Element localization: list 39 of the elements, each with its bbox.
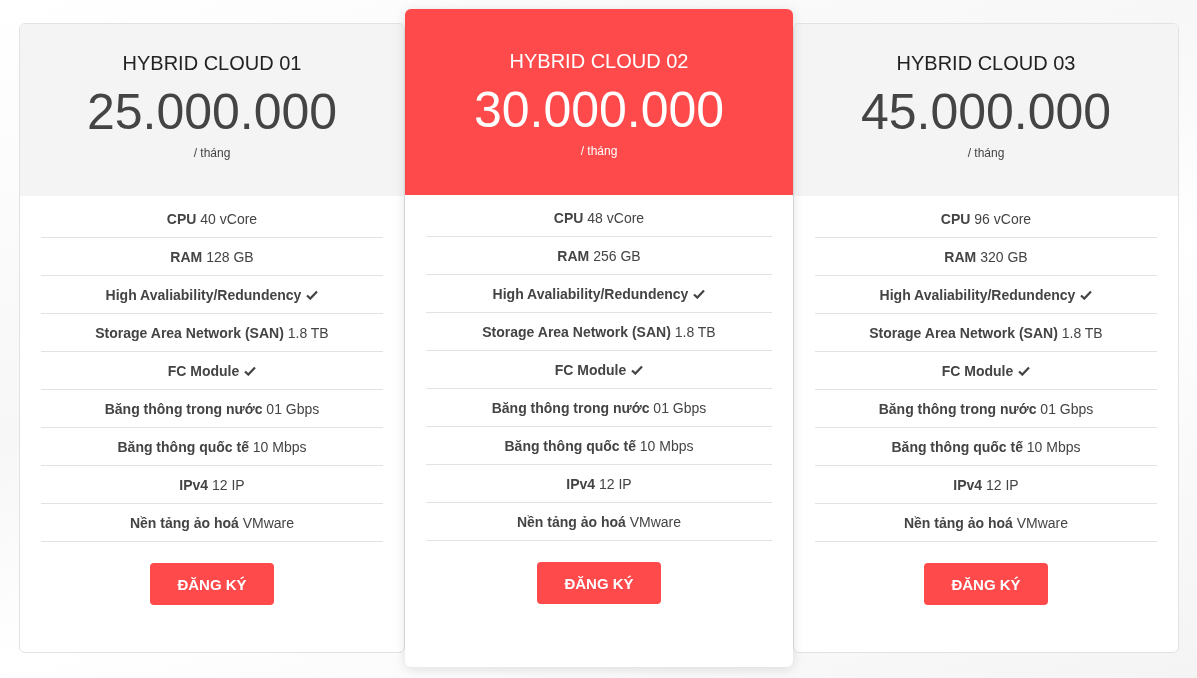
feature-text: Băng thông trong nước 01 Gbps — [878, 400, 1094, 417]
feature-text: CPU 48 vCore — [553, 209, 645, 226]
feature-text: FC Module — [167, 362, 240, 379]
feature-text: Băng thông quốc tế 10 Mbps — [891, 438, 1081, 455]
price-period: / tháng — [579, 143, 619, 159]
plan-price: 45.000.000 — [859, 83, 1113, 142]
price-period: / tháng — [192, 145, 232, 161]
feature-text: RAM 256 GB — [557, 247, 641, 264]
feature-text: IPv4 12 IP — [953, 476, 1019, 493]
plan-title: HYBRID CLOUD 03 — [895, 51, 1077, 75]
register-button[interactable]: ĐĂNG KÝ — [537, 562, 661, 604]
price-period: / tháng — [966, 145, 1006, 161]
feature-text: Băng thông quốc tế 10 Mbps — [504, 437, 694, 454]
feature-text: High Avaliability/Redundency — [879, 286, 1076, 303]
feature-text: CPU 96 vCore — [940, 210, 1032, 227]
feature-text: FC Module — [554, 361, 627, 378]
feature-text: High Avaliability/Redundency — [105, 286, 302, 303]
register-button[interactable]: ĐĂNG KÝ — [924, 563, 1048, 605]
plan-price: 25.000.000 — [85, 83, 339, 142]
feature-text: Băng thông trong nước 01 Gbps — [104, 400, 320, 417]
feature-text: Storage Area Network (SAN) 1.8 TB — [95, 324, 329, 341]
plan-price: 30.000.000 — [472, 81, 726, 140]
feature-text: Băng thông quốc tế 10 Mbps — [117, 438, 307, 455]
feature-text: Nền tảng ảo hoá VMware — [516, 513, 682, 530]
feature-text: Băng thông trong nước 01 Gbps — [491, 399, 707, 416]
feature-text: FC Module — [941, 362, 1014, 379]
feature-text: High Avaliability/Redundency — [492, 285, 689, 302]
feature-text: Storage Area Network (SAN) 1.8 TB — [482, 323, 716, 340]
feature-text: RAM 320 GB — [944, 248, 1028, 265]
feature-text: Nền tảng ảo hoá VMware — [129, 514, 295, 531]
register-button[interactable]: ĐĂNG KÝ — [150, 563, 274, 605]
plan-title: HYBRID CLOUD 01 — [121, 51, 303, 75]
feature-text: Storage Area Network (SAN) 1.8 TB — [869, 324, 1103, 341]
feature-text: IPv4 12 IP — [566, 475, 632, 492]
feature-text: Nền tảng ảo hoá VMware — [903, 514, 1069, 531]
plan-title: HYBRID CLOUD 02 — [508, 49, 690, 73]
feature-text: CPU 40 vCore — [166, 210, 258, 227]
feature-text: IPv4 12 IP — [179, 476, 245, 493]
feature-text: RAM 128 GB — [170, 248, 254, 265]
